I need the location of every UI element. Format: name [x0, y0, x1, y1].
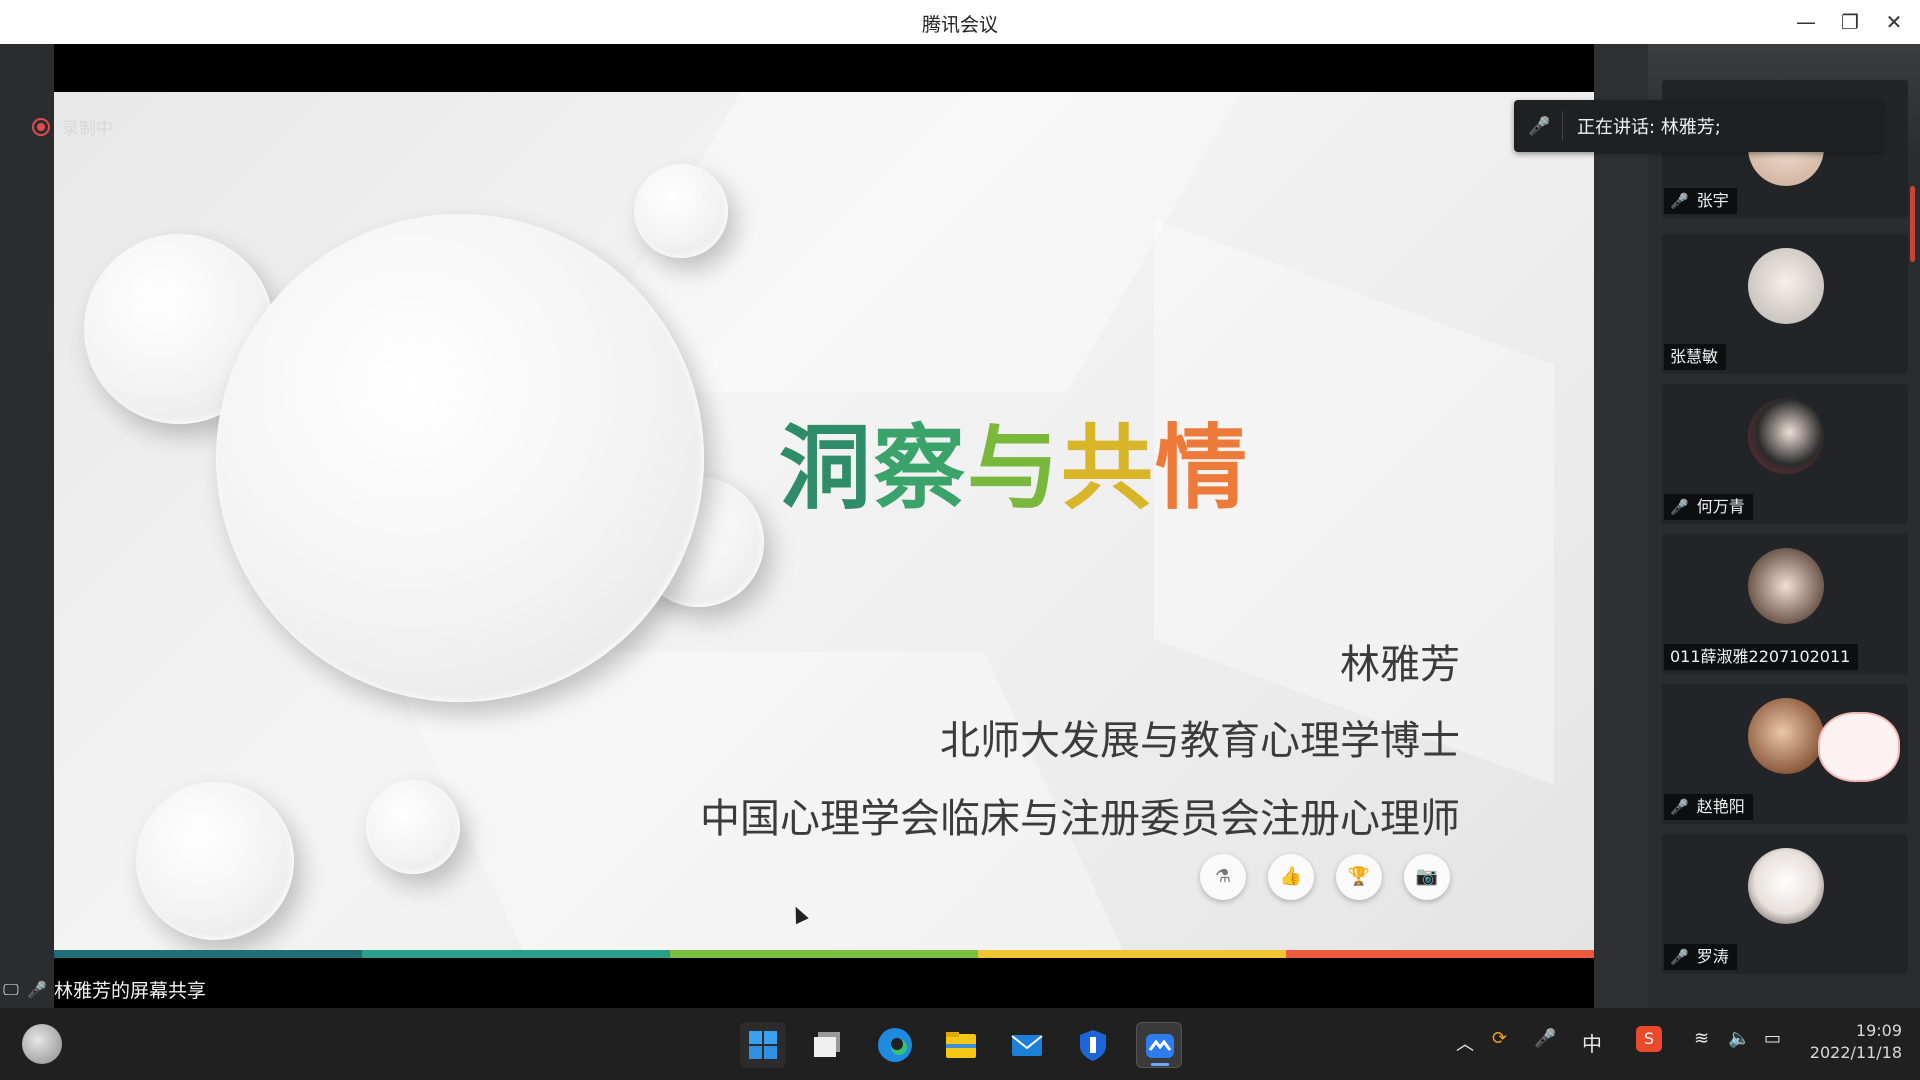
- color-bar-segment: [54, 950, 362, 958]
- participant-name: 赵艳阳: [1696, 797, 1745, 816]
- share-letterbox-bottom: [54, 958, 1594, 1008]
- recording-label: 录制中: [62, 119, 113, 139]
- record-icon: [32, 117, 50, 136]
- slide-color-bar: [54, 950, 1594, 958]
- wifi-icon[interactable]: ≋: [1694, 1028, 1709, 1049]
- presenter-degree: 北师大发展与教育心理学博士: [940, 718, 1460, 764]
- close-button[interactable]: ✕: [1874, 6, 1914, 38]
- avatar: [1748, 698, 1824, 774]
- participant-label: 🎤 张宇: [1664, 188, 1737, 214]
- edge-browser-icon[interactable]: [872, 1022, 918, 1068]
- divider: [1562, 111, 1563, 141]
- color-bar-segment: [362, 950, 670, 958]
- slide-title-char: 洞: [779, 415, 874, 522]
- sync-icon[interactable]: ⟳: [1492, 1028, 1507, 1049]
- chevron-up-icon[interactable]: ︿: [1456, 1030, 1474, 1056]
- participant-label: 张慧敏: [1664, 344, 1727, 370]
- color-bar-segment: [670, 950, 978, 958]
- mic-muted-icon: 🎤: [1670, 798, 1689, 816]
- file-explorer-icon[interactable]: [938, 1022, 984, 1068]
- participant-name: 张宇: [1696, 191, 1729, 210]
- taskbar-clock[interactable]: 19:09 2022/11/18: [1806, 1020, 1902, 1064]
- microphone-icon[interactable]: 🎤: [1534, 1028, 1556, 1049]
- sticker-image: [1818, 712, 1900, 782]
- volume-icon[interactable]: 🔈: [1728, 1028, 1750, 1049]
- share-letterbox-top: [54, 44, 1594, 92]
- mic-icon: 🎤: [27, 979, 47, 999]
- camera-icon[interactable]: 📷: [1404, 854, 1450, 900]
- participant-tile[interactable]: 🎤 何万青: [1662, 384, 1908, 524]
- slide-title-char: 情: [1155, 415, 1250, 522]
- participant-name: 何万青: [1696, 497, 1745, 516]
- start-button[interactable]: [740, 1022, 786, 1068]
- avatar: [1748, 848, 1824, 924]
- mail-icon[interactable]: [1004, 1022, 1050, 1068]
- clock-date: 2022/11/18: [1809, 1043, 1902, 1062]
- decor-circle: [366, 780, 460, 874]
- flask-icon[interactable]: ⚗: [1200, 854, 1246, 900]
- participant-name: 张慧敏: [1670, 347, 1719, 366]
- left-margin: [0, 44, 54, 1008]
- presenter-name: 林雅芳: [1340, 642, 1460, 688]
- color-bar-segment: [1286, 950, 1594, 958]
- ime-indicator[interactable]: 中: [1582, 1028, 1602, 1057]
- decor-circle-large: [216, 214, 704, 702]
- avatar: [1748, 548, 1824, 624]
- mic-muted-icon: 🎤: [1528, 115, 1551, 137]
- tencent-meeting-icon[interactable]: [1136, 1022, 1182, 1068]
- avatar: [1748, 248, 1824, 324]
- participant-label: 011薛淑雅2207102011: [1664, 644, 1859, 670]
- slide-title-char: 察: [873, 415, 968, 522]
- screen-share-label: 🖵 🎤 林雅芳的屏幕共享: [0, 976, 206, 1003]
- participant-tile[interactable]: 张慧敏: [1662, 234, 1908, 374]
- minimize-button[interactable]: —: [1786, 6, 1826, 38]
- participant-tile[interactable]: 011薛淑雅2207102011: [1662, 534, 1908, 674]
- participant-label: 🎤 赵艳阳: [1664, 794, 1753, 820]
- participant-tile[interactable]: 🎤 赵艳阳: [1662, 684, 1908, 824]
- participant-name: 罗涛: [1696, 947, 1729, 966]
- sidebar-scrollbar[interactable]: [1910, 186, 1915, 262]
- shared-screen-slide[interactable]: 洞察与共情 林雅芳 北师大发展与教育心理学博士 中国心理学会临床与注册委员会注册…: [54, 92, 1594, 958]
- participant-tile[interactable]: 🎤 罗涛: [1662, 834, 1908, 974]
- avatar: [1748, 398, 1824, 474]
- thumbs-up-icon[interactable]: 👍: [1268, 854, 1314, 900]
- active-speaker-toast: 🎤 正在讲话: 林雅芳;: [1514, 100, 1882, 152]
- screen-share-text: 林雅芳的屏幕共享: [54, 980, 207, 1002]
- right-margin: [1594, 44, 1648, 1008]
- screen-share-icon: 🖵: [3, 979, 19, 999]
- weather-icon[interactable]: [22, 1024, 62, 1064]
- mic-muted-icon: 🎤: [1670, 498, 1689, 516]
- sogou-input-icon[interactable]: S: [1636, 1026, 1662, 1052]
- active-speaker-text: 正在讲话: 林雅芳;: [1577, 117, 1721, 138]
- clock-time: 19:09: [1855, 1021, 1902, 1040]
- decor-circle: [634, 164, 728, 258]
- mic-muted-icon: 🎤: [1670, 192, 1689, 210]
- presenter-credential: 中国心理学会临床与注册委员会注册心理师: [700, 796, 1460, 842]
- taskbar: ︿ ⟳ 🎤 中 S ≋ 🔈 ▭ 19:09 2022/11/18: [0, 1008, 1920, 1080]
- restore-button[interactable]: ❐: [1830, 6, 1870, 38]
- trophy-icon[interactable]: 🏆: [1336, 854, 1382, 900]
- task-view-icon[interactable]: [806, 1022, 852, 1068]
- window-title: 腾讯会议: [921, 14, 998, 36]
- color-bar-segment: [978, 950, 1286, 958]
- decor-circle: [136, 782, 294, 940]
- slide-title-char: 共: [1061, 415, 1156, 522]
- battery-icon[interactable]: ▭: [1764, 1028, 1781, 1049]
- recording-indicator[interactable]: 录制中: [32, 114, 113, 139]
- slide-title-char: 与: [967, 415, 1062, 522]
- participant-label: 🎤 何万青: [1664, 494, 1753, 520]
- participant-label: 🎤 罗涛: [1664, 944, 1737, 970]
- title-bar: 腾讯会议 — ❐ ✕: [0, 0, 1920, 44]
- security-shield-icon[interactable]: [1070, 1022, 1116, 1068]
- participant-name: 011薛淑雅2207102011: [1670, 647, 1851, 666]
- mic-muted-icon: 🎤: [1670, 948, 1689, 966]
- slide-title: 洞察与共情: [779, 394, 1249, 527]
- windows-logo-icon: [749, 1031, 777, 1059]
